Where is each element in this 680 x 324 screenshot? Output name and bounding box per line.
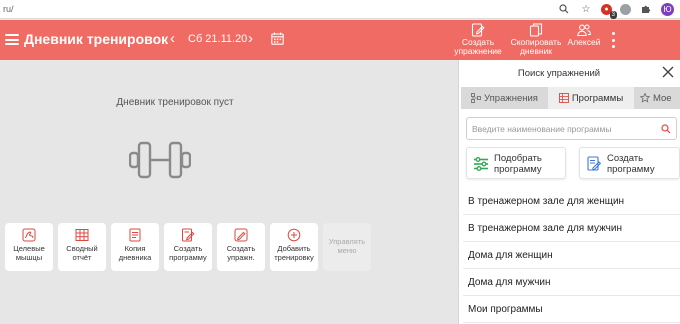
grid-icon xyxy=(558,93,569,103)
puzzle-icon[interactable] xyxy=(639,2,653,16)
edit-doc-icon xyxy=(471,23,485,37)
target-muscles-tile[interactable]: Целевые мышцы xyxy=(5,223,53,271)
manage-menu-tile[interactable]: Управлять меню xyxy=(323,223,371,271)
tile-label: Целевые мышцы xyxy=(13,244,45,262)
tile-label: Сводный отчёт xyxy=(66,244,98,262)
plus-circle-icon xyxy=(287,228,301,242)
extension-badge: 3 xyxy=(609,10,617,19)
copy-diary-button[interactable]: Скопировать дневник xyxy=(508,23,564,58)
program-item[interactable]: Дома для мужчин xyxy=(463,269,680,296)
sliders-icon xyxy=(474,157,488,171)
create-program-label: Создать программу xyxy=(607,153,655,175)
more-vert-icon[interactable] xyxy=(612,32,616,48)
create-exercise-label: Создать упражнение xyxy=(454,37,502,56)
create-exercise-tile[interactable]: Создать упражн. xyxy=(217,223,265,271)
tab-exercises-label: Упражнения xyxy=(484,92,538,104)
create-exercise-button[interactable]: Создать упражнение xyxy=(452,23,504,58)
program-list: В тренажерном зале для женщин В тренажер… xyxy=(463,188,680,323)
tile-label: Добавить тренировку xyxy=(274,244,314,262)
dumbbell-icon xyxy=(129,141,191,179)
tile-label: Создать программу xyxy=(169,244,207,262)
copy-diary-label: Скопировать дневник xyxy=(510,37,562,56)
globe-icon[interactable] xyxy=(620,3,631,15)
pick-program-button[interactable]: Подобрать программу xyxy=(466,147,566,179)
tab-programs-label: Программы xyxy=(571,92,624,104)
users-icon xyxy=(577,24,591,37)
address-bar[interactable]: ru/ xyxy=(3,4,14,14)
bookmark-star-icon[interactable]: ☆ xyxy=(579,2,593,16)
browser-toolbar: ru/ ☆ ● 3 Ю xyxy=(0,0,680,19)
star-icon xyxy=(640,93,650,103)
app-header: Дневник тренировок ‹ Сб 21.11.20 › Созда… xyxy=(0,20,680,60)
tile-label: Копия дневника xyxy=(118,244,152,262)
edit-icon xyxy=(234,228,248,242)
edit-doc-icon xyxy=(182,228,195,242)
muscle-icon xyxy=(22,228,36,242)
user-name: Алексей xyxy=(567,37,601,47)
copy-doc-icon xyxy=(129,228,141,242)
create-program-tile[interactable]: Создать программу xyxy=(164,223,212,271)
nodes-icon xyxy=(471,93,481,103)
tab-exercises[interactable]: Упражнения xyxy=(461,87,548,109)
program-item[interactable]: В тренажерном зале для мужчин xyxy=(463,215,680,242)
copy-icon xyxy=(529,23,543,37)
search-icon[interactable] xyxy=(661,124,671,134)
program-item[interactable]: В тренажерном зале для женщин xyxy=(463,188,680,215)
chevron-right-icon[interactable]: › xyxy=(248,30,253,48)
copy-diary-tile[interactable]: Копия дневника xyxy=(111,223,159,271)
summary-report-tile[interactable]: Сводный отчёт xyxy=(58,223,106,271)
calendar-icon[interactable] xyxy=(271,32,284,45)
current-date: Сб 21.11.20 xyxy=(188,33,248,45)
tab-my-label: Мое xyxy=(653,92,672,104)
tab-programs[interactable]: Программы xyxy=(548,87,634,109)
profile-avatar[interactable]: Ю xyxy=(661,2,674,16)
program-search xyxy=(466,117,677,140)
add-workout-tile[interactable]: Добавить тренировку xyxy=(270,223,318,271)
browser-icons: ☆ ● 3 Ю xyxy=(557,2,674,19)
extension-icon[interactable]: ● 3 xyxy=(601,3,617,19)
program-item[interactable]: Мои программы xyxy=(463,296,680,323)
tile-label: Создать упражн. xyxy=(226,244,256,262)
quick-actions: Целевые мышцы Сводный отчёт Копия дневни… xyxy=(5,223,371,271)
program-search-input[interactable] xyxy=(472,122,657,136)
panel-tabs: Упражнения Программы Мое xyxy=(461,87,680,109)
page-title: Дневник тренировок xyxy=(24,31,169,47)
pick-program-label: Подобрать программу xyxy=(494,153,542,175)
chevron-left-icon[interactable]: ‹ xyxy=(170,30,175,48)
edit-doc-icon xyxy=(587,156,602,171)
create-program-button[interactable]: Создать программу xyxy=(579,147,680,179)
exercise-search-panel: Поиск упражнений Упражнения Программы Мо… xyxy=(458,60,680,324)
zoom-search-icon[interactable] xyxy=(557,2,571,16)
program-item[interactable]: Дома для женщин xyxy=(463,242,680,269)
tab-my[interactable]: Мое xyxy=(634,87,680,109)
user-menu-button[interactable]: Алексей xyxy=(566,23,602,58)
table-icon xyxy=(75,229,89,241)
tile-label: Управлять меню xyxy=(328,237,366,255)
close-icon[interactable] xyxy=(662,66,674,78)
panel-title: Поиск упражнений xyxy=(517,68,601,79)
empty-diary-message: Дневник тренировок пуст xyxy=(116,97,234,108)
menu-icon[interactable] xyxy=(5,34,19,45)
